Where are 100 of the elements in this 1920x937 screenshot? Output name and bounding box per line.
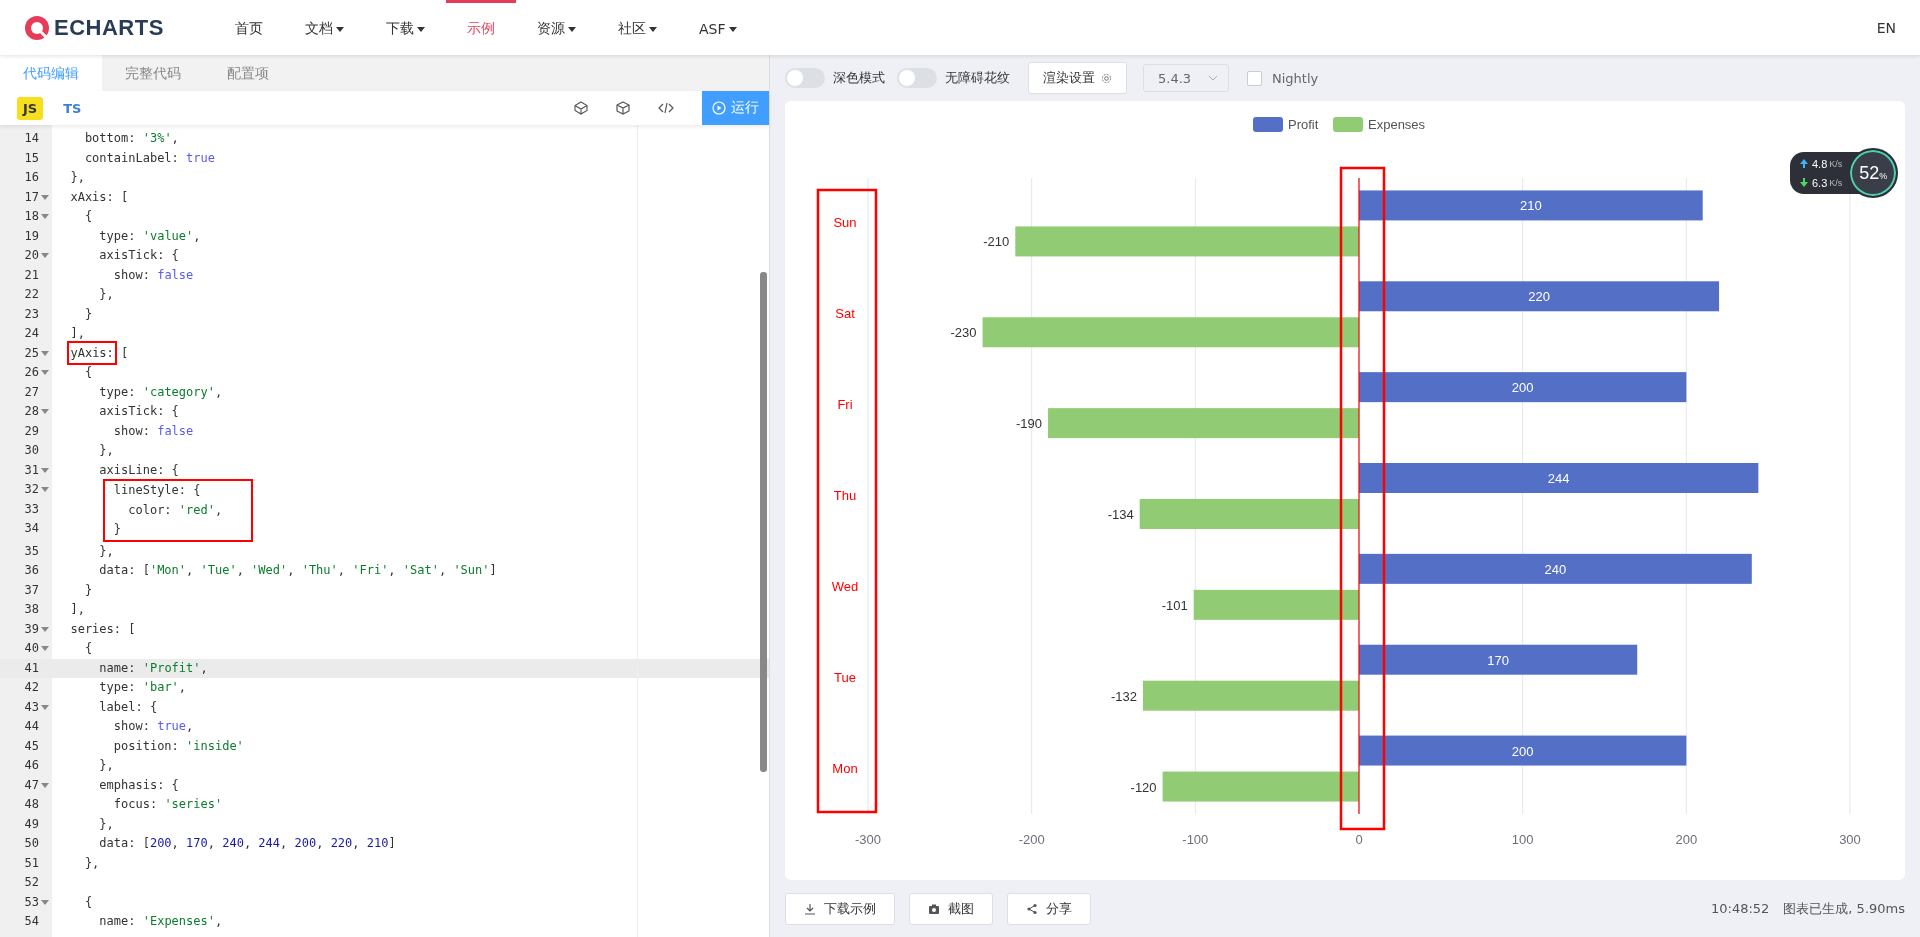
code-token: 'Profit': [142, 660, 201, 675]
caret-icon[interactable]: [417, 26, 425, 32]
nav-link[interactable]: 文档: [284, 0, 365, 55]
code-token: ,: [316, 836, 325, 850]
code-token: 'Expenses': [142, 914, 215, 928]
up-arrow-icon: [1800, 159, 1808, 168]
axis-tick-label: 0: [1355, 832, 1363, 847]
nav-link[interactable]: 首页: [214, 0, 284, 55]
code-token: axisLine: {: [98, 462, 179, 477]
download-speed: 6.3: [1812, 176, 1828, 189]
share-icon: [1026, 902, 1038, 915]
bar[interactable]: [1359, 372, 1687, 403]
category-label: Sun: [833, 215, 857, 231]
code-icon[interactable]: [658, 101, 674, 115]
code-token: ,: [352, 836, 361, 850]
code-token: }: [83, 582, 93, 597]
fold-arrow-icon[interactable]: [41, 626, 49, 632]
render-settings-button[interactable]: 渲染设置: [1028, 62, 1127, 94]
caret-icon[interactable]: [568, 26, 576, 32]
bar[interactable]: [1359, 644, 1638, 675]
fold-arrow-icon[interactable]: [41, 409, 49, 415]
toggle-switch[interactable]: [897, 68, 937, 88]
legend-label[interactable]: Expenses: [1368, 117, 1426, 132]
language-link[interactable]: EN: [1876, 19, 1896, 36]
category-label: Fri: [837, 397, 853, 413]
nav-link[interactable]: ASF: [678, 0, 758, 55]
line-number: 19: [24, 227, 39, 245]
version-select[interactable]: 5.4.3: [1143, 64, 1229, 92]
code-token: ,: [171, 131, 179, 145]
nav-link[interactable]: 社区: [597, 0, 678, 55]
code-token: {: [83, 641, 93, 655]
code-token: axisTick: {: [98, 404, 179, 418]
action-button[interactable]: 截图: [909, 892, 993, 925]
fold-arrow-icon[interactable]: [41, 467, 49, 473]
code-token: emphasis: {: [98, 777, 179, 792]
code-token: }: [113, 522, 121, 536]
checkbox[interactable]: [1247, 70, 1262, 86]
fold-arrow-icon[interactable]: [41, 214, 49, 220]
language-tab[interactable]: TS: [57, 96, 88, 120]
toggle-label: 深色模式: [833, 69, 885, 87]
caret-icon[interactable]: [728, 26, 737, 32]
code-token: show:: [112, 719, 151, 733]
code-token: 'Thu': [301, 563, 338, 577]
category-label: Wed: [831, 578, 859, 594]
speed-unit: K/s: [1829, 177, 1843, 188]
fold-arrow-icon[interactable]: [41, 370, 49, 376]
caret-icon[interactable]: [649, 26, 657, 32]
code-token: {: [83, 894, 93, 909]
action-button[interactable]: 下载示例: [785, 892, 895, 925]
play-circle-icon: [712, 101, 726, 115]
line-number: 24: [24, 325, 39, 342]
code-token: 'Mon': [149, 563, 187, 577]
bar[interactable]: [1162, 771, 1359, 802]
speed-unit: K/s: [1829, 158, 1843, 169]
data-label: 200: [1511, 380, 1534, 396]
bar[interactable]: [1193, 589, 1359, 620]
line-number: 43: [24, 698, 39, 716]
cube-outline-icon[interactable]: [574, 101, 588, 115]
code-token: 220: [330, 836, 353, 850]
fold-arrow-icon[interactable]: [41, 194, 49, 200]
bar[interactable]: [1048, 408, 1359, 439]
action-button[interactable]: 分享: [1007, 892, 1091, 925]
bar[interactable]: [1359, 735, 1687, 766]
data-label: -230: [950, 325, 977, 341]
scrollbar[interactable]: [760, 272, 767, 772]
code-token: ,: [214, 914, 223, 928]
fold-arrow-icon[interactable]: [41, 704, 49, 710]
bar[interactable]: [1142, 680, 1359, 711]
fold-arrow-icon[interactable]: [41, 487, 49, 493]
toggle-switch[interactable]: [785, 68, 825, 88]
code-token: type:: [98, 228, 137, 243]
bar[interactable]: [982, 317, 1359, 348]
fold-arrow-icon[interactable]: [41, 646, 49, 652]
category-label: Sat: [835, 306, 855, 322]
nav-link[interactable]: 资源: [516, 0, 597, 55]
bar[interactable]: [1359, 553, 1752, 584]
code-token: 'inside': [186, 738, 244, 753]
category-label: Tue: [834, 669, 856, 685]
fold-arrow-icon[interactable]: [41, 253, 49, 259]
code-token: 240: [222, 836, 244, 850]
box-icon[interactable]: [616, 101, 630, 115]
fold-arrow-icon[interactable]: [41, 350, 49, 356]
caret-icon[interactable]: [336, 26, 344, 32]
bar[interactable]: [1359, 281, 1720, 312]
legend-swatch[interactable]: [1333, 117, 1363, 132]
nav-link[interactable]: 下载: [365, 0, 446, 55]
fold-arrow-icon[interactable]: [41, 782, 49, 788]
code-token: 'red': [178, 502, 215, 517]
bar[interactable]: [1359, 190, 1703, 221]
upload-speed: 4.8: [1812, 157, 1828, 170]
data-label: -134: [1107, 507, 1134, 522]
code-token: data: [: [98, 563, 150, 577]
legend-label[interactable]: Profit: [1288, 117, 1319, 132]
fold-arrow-icon[interactable]: [41, 899, 49, 905]
line-number: 14: [24, 130, 39, 147]
legend-swatch[interactable]: [1253, 117, 1283, 132]
code-token: },: [69, 170, 85, 184]
code-token: type:: [98, 384, 137, 399]
language-tab[interactable]: JS: [17, 96, 44, 120]
axis-tick-label: -300: [855, 832, 881, 847]
